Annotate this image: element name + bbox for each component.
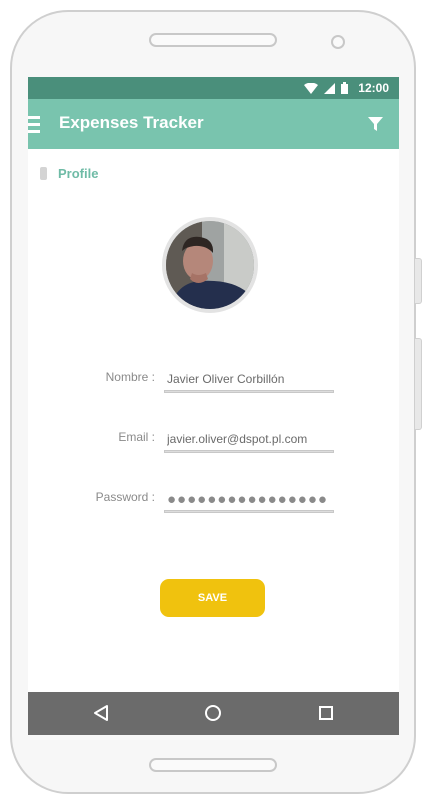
password-label: Password : <box>95 490 155 504</box>
password-underline <box>164 510 334 513</box>
section-tab-marker <box>40 167 47 180</box>
app-bar: Expenses Tracker <box>28 99 399 149</box>
avatar[interactable] <box>162 217 258 313</box>
email-underline <box>164 450 334 453</box>
menu-icon[interactable] <box>28 116 42 134</box>
status-time: 12:00 <box>358 81 389 95</box>
phone-home-bar <box>149 758 277 772</box>
phone-speaker <box>149 33 277 47</box>
recents-icon[interactable] <box>318 704 334 722</box>
app-title: Expenses Tracker <box>59 113 204 132</box>
filter-icon[interactable] <box>368 117 383 131</box>
name-field-row: Nombre : <box>28 367 399 400</box>
profile-photo <box>166 221 254 309</box>
name-input[interactable] <box>165 367 333 391</box>
volume-button <box>415 258 422 304</box>
password-input[interactable] <box>165 487 333 511</box>
password-field-row: Password : <box>28 487 399 520</box>
wifi-icon <box>304 82 319 94</box>
home-icon[interactable] <box>204 704 222 722</box>
email-label: Email : <box>118 430 155 444</box>
section-header: Profile <box>40 166 98 181</box>
name-underline <box>164 390 334 393</box>
power-button <box>415 338 422 430</box>
battery-icon <box>341 82 349 94</box>
save-button[interactable]: SAVE <box>160 579 265 617</box>
email-input[interactable] <box>165 427 333 451</box>
back-icon[interactable] <box>93 704 109 722</box>
phone-camera <box>331 35 345 49</box>
nav-bar <box>28 692 399 735</box>
email-field-row: Email : <box>28 427 399 460</box>
signal-icon <box>324 82 336 94</box>
status-bar: 12:00 <box>28 77 399 99</box>
app-screen: 12:00 Expenses Tracker Profile Nombre : … <box>28 77 399 735</box>
name-label: Nombre : <box>105 370 155 384</box>
section-title: Profile <box>58 166 99 181</box>
